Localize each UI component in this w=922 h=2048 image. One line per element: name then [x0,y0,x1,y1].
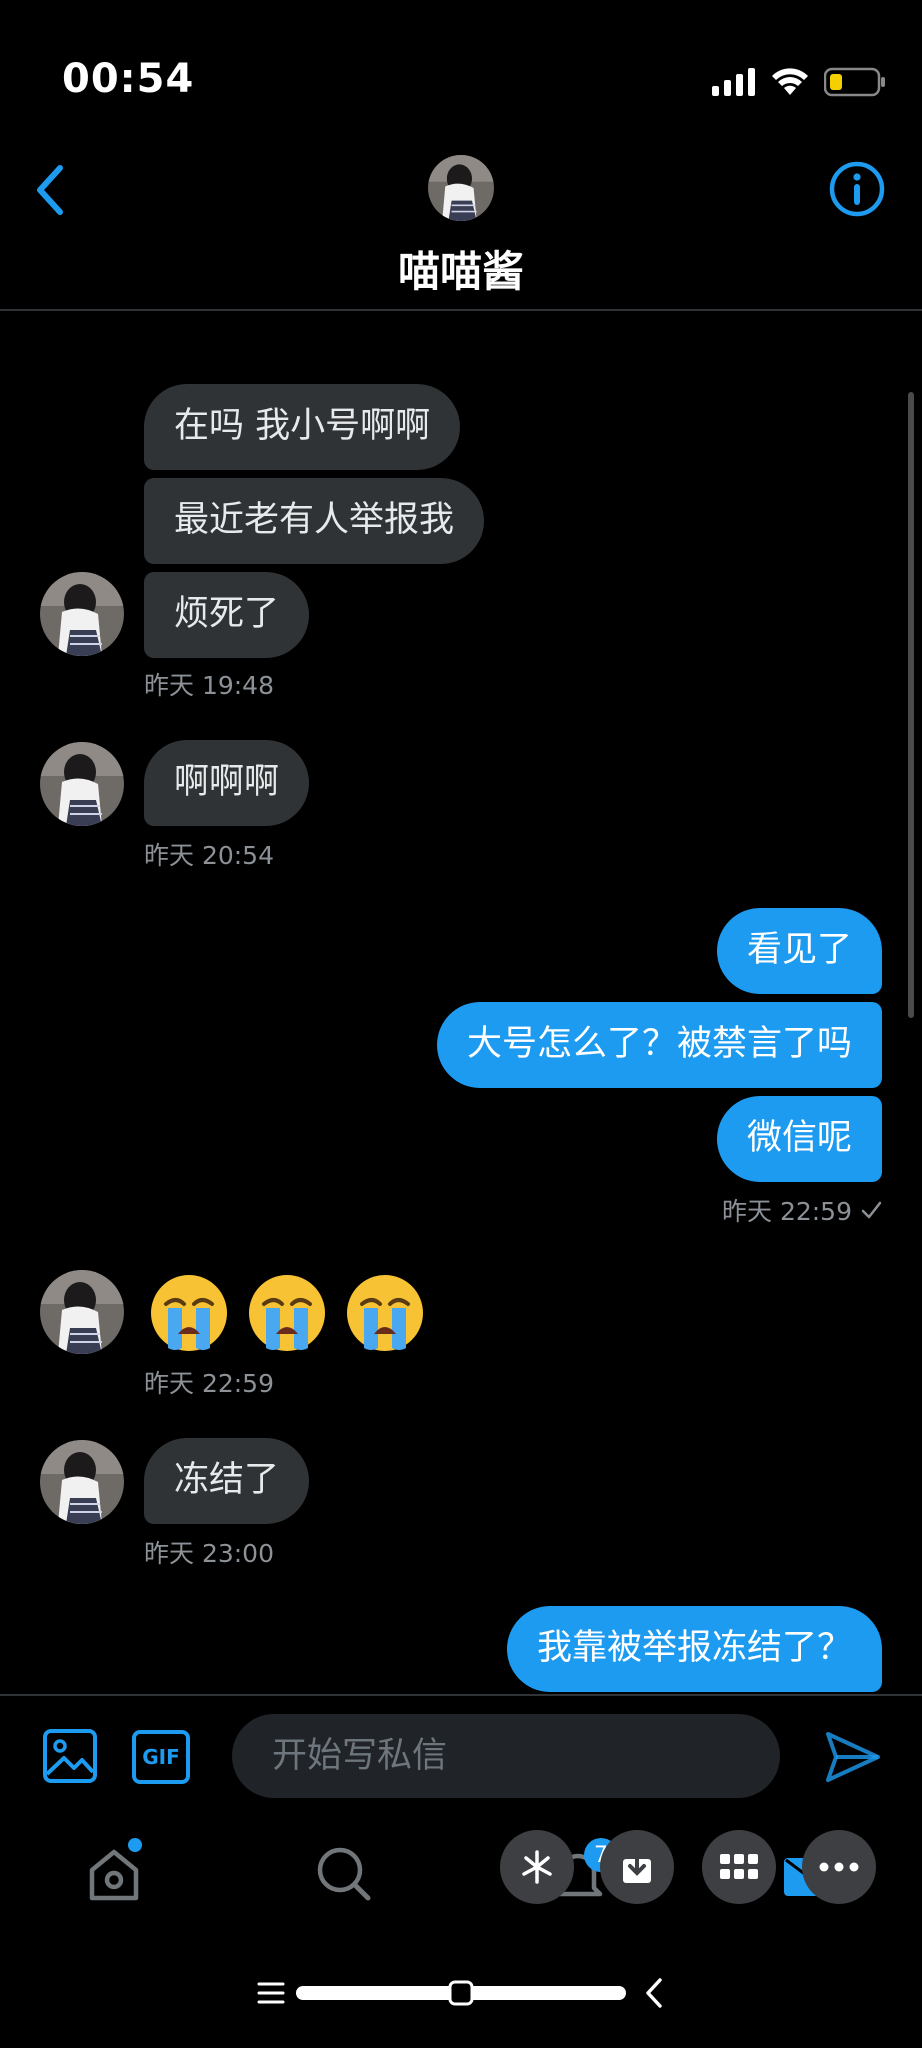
message-bubble-outgoing[interactable]: 看见了 [716,908,882,994]
gif-button[interactable]: GIF [132,1730,190,1784]
sender-avatar[interactable] [40,1440,124,1524]
grid-icon [720,1854,758,1879]
status-icons [712,64,886,100]
crying-face-emoji-icon [347,1275,423,1351]
sender-avatar[interactable] [40,742,124,826]
contact-avatar[interactable] [428,155,494,221]
recents-menu-icon[interactable] [256,1978,286,2008]
battery-icon [824,67,885,97]
message-bubble-incoming[interactable]: 啊啊啊 [144,740,310,826]
message-timestamp-outgoing: 昨天 22:59 [722,1192,882,1228]
avatar-image [428,155,494,221]
sender-avatar[interactable] [40,1270,124,1354]
message-bubble-incoming[interactable]: 在吗 我小号啊啊 [144,384,461,470]
message-timestamp: 昨天 23:00 [144,1539,274,1568]
info-icon[interactable] [828,160,886,218]
message-timestamp: 昨天 22:59 [722,1197,852,1226]
avatar-image [40,572,124,656]
message-bubble-outgoing[interactable]: 大号怎么了？被禁言了吗 [436,1002,882,1088]
message-input[interactable] [232,1714,780,1798]
avatar-image [40,1270,124,1354]
crying-face-emoji-icon [151,1275,227,1351]
emoji-message[interactable]: 😭😭😭 [144,1268,444,1358]
status-time: 00:54 [62,56,195,102]
read-check-icon [861,1201,882,1219]
more-dots-icon [819,1862,859,1872]
message-timestamp: 昨天 20:54 [144,841,274,870]
avatar-image [40,1440,124,1524]
message-timestamp: 昨天 19:48 [144,671,274,700]
message-bubble-outgoing[interactable]: 微信呢 [716,1096,882,1182]
pinwheel-icon [522,1850,552,1884]
more-options-button[interactable] [802,1830,876,1904]
header-divider [0,309,922,311]
download-icon [623,1849,651,1883]
message-timestamp: 昨天 22:59 [144,1369,274,1398]
scrollbar[interactable] [908,392,914,1018]
wifi-icon [772,68,808,95]
home-icon[interactable] [84,1844,144,1904]
pinwheel-app-button[interactable] [500,1830,574,1904]
sender-avatar[interactable] [40,572,124,656]
home-square-icon[interactable] [446,1978,476,2008]
back-nav-icon[interactable] [640,1976,670,2010]
send-icon[interactable] [824,1728,882,1786]
search-icon[interactable] [314,1844,374,1904]
download-button[interactable] [600,1830,674,1904]
message-bubble-incoming[interactable]: 冻结了 [144,1438,310,1524]
message-bubble-incoming[interactable]: 最近老有人举报我 [144,478,485,564]
apps-grid-button[interactable] [702,1830,776,1904]
avatar-image [40,742,124,826]
back-chevron-icon[interactable] [30,160,70,220]
message-bubble-incoming[interactable]: 烦死了 [144,572,310,658]
message-bubble-outgoing[interactable]: 我靠被举报冻结了？ [506,1606,882,1692]
image-icon[interactable] [42,1728,98,1784]
message-compose[interactable] [232,1714,780,1798]
crying-face-emoji-icon [249,1275,325,1351]
home-notification-dot [128,1838,142,1852]
signal-icon [712,68,755,96]
contact-name[interactable]: 喵喵酱 [0,238,922,299]
composer-divider [0,1694,922,1696]
